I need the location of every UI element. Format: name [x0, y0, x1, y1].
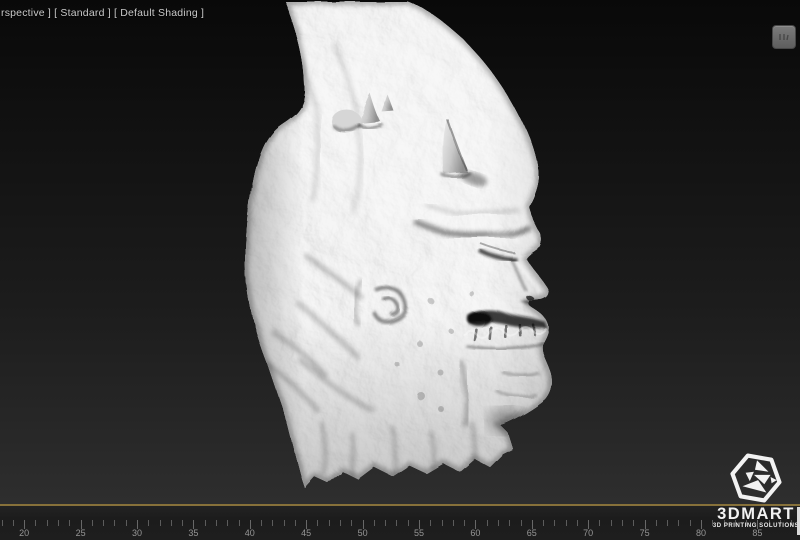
- ruler-tick-label: 65: [521, 528, 543, 538]
- ruler-tick-label: 55: [408, 528, 430, 538]
- ruler-tick: [69, 520, 70, 526]
- ruler-tick: [464, 520, 465, 526]
- brand-subtitle: 3D PRINTING SOLUTIONS: [713, 523, 799, 530]
- ruler-tick: [599, 520, 600, 526]
- viewcube-icon[interactable]: [772, 25, 796, 49]
- ruler-tick-label: 75: [634, 528, 656, 538]
- ruler-tick: [611, 520, 612, 526]
- ruler-tick-label: 45: [295, 528, 317, 538]
- ruler-tick: [2, 520, 3, 526]
- ruler-tick: [690, 520, 691, 526]
- ruler-tick: [317, 520, 318, 526]
- ruler-tick: [47, 520, 48, 526]
- ruler-tick-label: 60: [464, 528, 486, 538]
- ruler-tick: [430, 520, 431, 526]
- brand-title: 3DMART: [717, 506, 795, 522]
- ruler-tick: [114, 520, 115, 526]
- ruler-tick: [509, 520, 510, 526]
- ruler-tick: [566, 520, 567, 526]
- ruler-tick: [622, 520, 623, 526]
- ruler-tick: [633, 520, 634, 526]
- ruler-tick: [396, 520, 397, 526]
- ruler-tick: [374, 520, 375, 526]
- screenshot-root: rspective ] [ Standard ] [ Default Shadi…: [0, 0, 800, 540]
- head-render: [200, 0, 627, 504]
- ruler-tick: [295, 520, 296, 526]
- ruler-tick: [182, 520, 183, 526]
- track-bar: 2025303540455055606570758085: [0, 504, 800, 540]
- ruler-tick-label: 50: [352, 528, 374, 538]
- ruler-tick: [554, 520, 555, 526]
- ruler-tick: [385, 520, 386, 526]
- demon-head-model: [0, 0, 800, 504]
- ruler-tick: [35, 520, 36, 526]
- brand-watermark: 3DMART 3D PRINTING SOLUTIONS: [718, 452, 794, 530]
- ruler-tick-label: 25: [70, 528, 92, 538]
- ruler-tick: [329, 520, 330, 526]
- ruler-tick: [487, 520, 488, 526]
- ruler-tick-label: 35: [182, 528, 204, 538]
- ruler-tick: [227, 520, 228, 526]
- ruler-tick-label: 80: [690, 528, 712, 538]
- ruler-tick: [261, 520, 262, 526]
- ruler-tick: [577, 520, 578, 526]
- ruler-tick: [543, 520, 544, 526]
- 3d-viewport[interactable]: rspective ] [ Standard ] [ Default Shadi…: [0, 0, 800, 504]
- ruler-tick: [656, 520, 657, 526]
- ruler-tick: [148, 520, 149, 526]
- ruler-tick: [453, 520, 454, 526]
- ruler-tick: [272, 520, 273, 526]
- ruler-tick: [216, 520, 217, 526]
- ruler-tick: [667, 520, 668, 526]
- ruler-tick: [13, 520, 14, 526]
- ruler-tick-label: 30: [126, 528, 148, 538]
- ruler-tick: [340, 520, 341, 526]
- ruler-tick: [160, 520, 161, 526]
- ruler-tick: [408, 520, 409, 526]
- brand-hexagon-icon: [729, 452, 783, 504]
- ruler-tick: [103, 520, 104, 526]
- ruler-tick: [239, 520, 240, 526]
- ruler-tick: [284, 520, 285, 526]
- ruler-tick-label: 20: [13, 528, 35, 538]
- ruler-tick: [498, 520, 499, 526]
- ruler-tick: [205, 520, 206, 526]
- ruler-tick: [442, 520, 443, 526]
- ruler-tick: [521, 520, 522, 526]
- ruler-tick: [92, 520, 93, 526]
- time-ruler[interactable]: 2025303540455055606570758085: [0, 504, 800, 540]
- ruler-tick: [678, 520, 679, 526]
- ruler-tick: [126, 520, 127, 526]
- ruler-tick: [351, 520, 352, 526]
- ruler-tick-label: 40: [239, 528, 261, 538]
- ruler-tick-label: 70: [577, 528, 599, 538]
- ruler-tick: [171, 520, 172, 526]
- ruler-tick: [58, 520, 59, 526]
- viewcube-glyph: [773, 26, 795, 48]
